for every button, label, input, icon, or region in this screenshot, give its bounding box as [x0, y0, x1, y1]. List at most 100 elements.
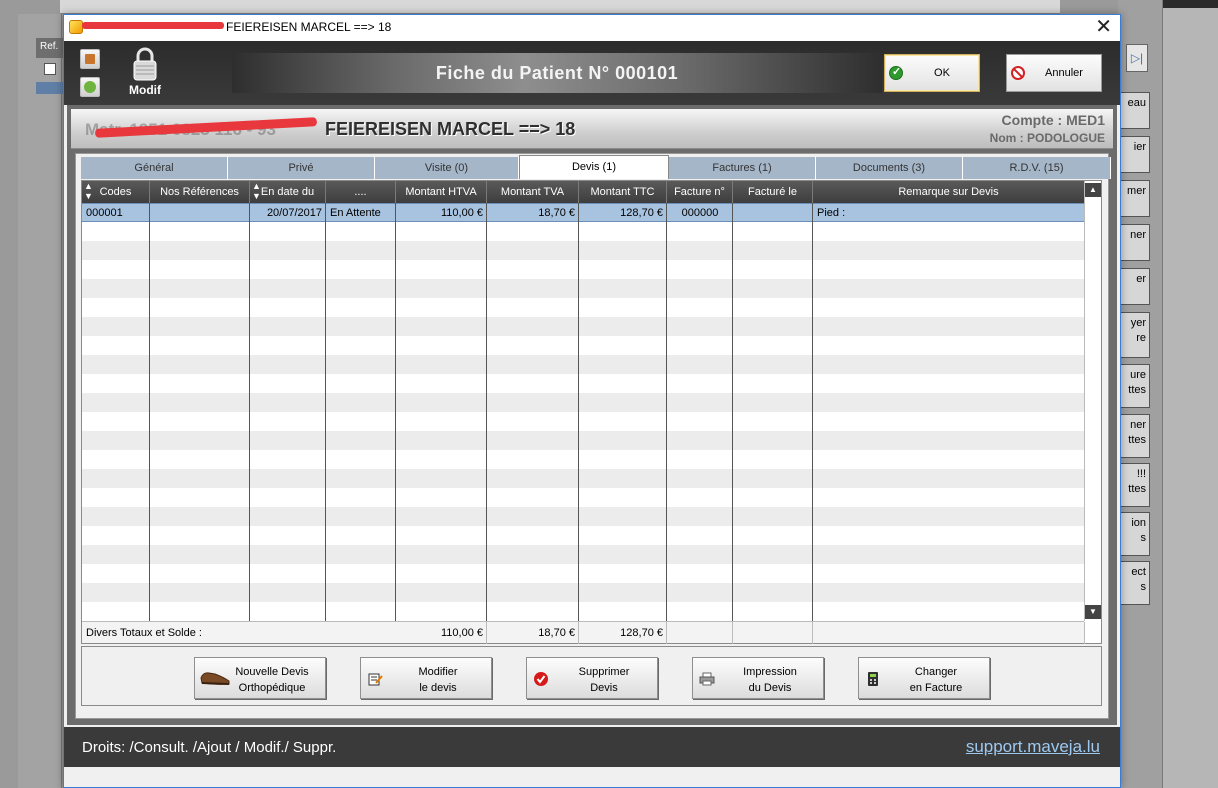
column-header-facture-no[interactable]: Facture n° — [667, 181, 733, 203]
close-icon[interactable]: ✕ — [1095, 16, 1112, 38]
cell-reference — [150, 204, 250, 223]
tab-general[interactable]: Général — [81, 157, 228, 179]
table-row[interactable] — [82, 260, 1084, 279]
column-divider — [149, 203, 150, 621]
column-header-remarque[interactable]: Remarque sur Devis — [813, 181, 1084, 203]
table-header: ▲ ▼ Codes Nos Références ▲ ▼ En date du ....… — [82, 181, 1084, 203]
support-link[interactable]: support.maveja.lu — [966, 737, 1100, 757]
table-row[interactable] — [82, 222, 1084, 241]
background-side-button[interactable]: !!! ttes — [1118, 463, 1150, 507]
column-header-date[interactable]: ▲ ▼ En date du — [250, 181, 326, 203]
side-button-label: mer — [1127, 185, 1146, 197]
column-divider — [249, 203, 250, 621]
tab-visite[interactable]: Visite (0) — [375, 157, 519, 179]
table-row[interactable] — [82, 469, 1084, 488]
column-header-references[interactable]: Nos Références — [150, 181, 250, 203]
cell-tva: 18,70 € — [538, 207, 575, 219]
ok-button[interactable]: OK — [884, 54, 980, 92]
table-row[interactable] — [82, 545, 1084, 564]
background-ref-column-header[interactable]: Ref. — [36, 38, 66, 58]
printer-icon — [699, 672, 715, 686]
table-scrollbar[interactable]: ▲ ▼ — [1084, 181, 1101, 621]
button-label-line: Devis — [590, 682, 618, 694]
background-side-button[interactable]: mer — [1118, 180, 1150, 217]
column-header-status[interactable]: .... — [326, 181, 396, 203]
lock-icon[interactable] — [132, 47, 158, 81]
table-row[interactable] — [82, 526, 1084, 545]
tab-devis[interactable]: Devis (1) — [519, 155, 669, 179]
tab-factures[interactable]: Factures (1) — [669, 157, 816, 179]
background-side-button[interactable]: eau — [1118, 92, 1150, 129]
side-button-label: ttes — [1128, 483, 1146, 495]
table-body: 000001 20/07/2017 En Attente 110,00 € 18… — [82, 203, 1084, 621]
table-row[interactable] — [82, 507, 1084, 526]
side-button-label: re — [1136, 332, 1146, 344]
check-icon — [889, 65, 903, 80]
cancel-button-label: Annuler — [1045, 67, 1083, 79]
cancel-button[interactable]: Annuler — [1006, 54, 1102, 92]
table-row[interactable] — [82, 412, 1084, 431]
tab-prive[interactable]: Privé — [228, 157, 375, 179]
page-title: Fiche du Patient N° 000101 — [232, 53, 882, 93]
table-row[interactable] — [82, 393, 1084, 412]
column-divider — [732, 622, 733, 644]
side-button-label: ect — [1131, 566, 1146, 578]
background-side-button[interactable]: ner — [1118, 224, 1150, 261]
convert-to-invoice-button[interactable]: Changer en Facture — [858, 657, 990, 699]
print-devis-button[interactable]: Impression du Devis — [692, 657, 824, 699]
modify-devis-button[interactable]: Modifier le devis — [360, 657, 492, 699]
table-row[interactable] — [82, 564, 1084, 583]
background-side-button[interactable]: ure ttes — [1118, 364, 1150, 408]
column-header-label: Codes — [99, 186, 132, 198]
convert-to-invoice-button-label: Changer en Facture — [889, 664, 983, 696]
table-row[interactable] — [82, 355, 1084, 374]
background-side-button[interactable]: ion s — [1118, 512, 1150, 556]
last-page-icon[interactable]: ▷| — [1126, 44, 1148, 72]
background-selected-row[interactable] — [36, 82, 66, 94]
column-header-facture-le[interactable]: Facturé le — [733, 181, 813, 203]
patient-name: FEIEREISEN MARCEL ==> 18 — [325, 119, 576, 139]
column-header-montant-tva[interactable]: Montant TVA — [487, 181, 579, 203]
window-titlebar[interactable]: FEIEREISEN MARCEL ==> 18 ✕ — [64, 15, 1120, 41]
background-side-button[interactable]: ier — [1118, 136, 1150, 173]
background-side-button[interactable]: ner ttes — [1118, 414, 1150, 458]
new-devis-button[interactable]: Nouvelle Devis Orthopédique — [194, 657, 326, 699]
column-header-montant-htva[interactable]: Montant HTVA — [396, 181, 487, 203]
tab-documents[interactable]: Documents (3) — [816, 157, 963, 179]
cell-facture-le — [733, 204, 813, 223]
delete-devis-button[interactable]: Supprimer Devis — [526, 657, 658, 699]
table-row[interactable] — [82, 374, 1084, 393]
table-row[interactable] — [82, 317, 1084, 336]
background-side-button[interactable]: yer re — [1118, 312, 1150, 358]
scroll-down-icon[interactable]: ▼ — [1085, 605, 1101, 619]
table-row[interactable] — [82, 602, 1084, 621]
table-row[interactable] — [82, 279, 1084, 298]
background-side-button[interactable]: er — [1118, 268, 1150, 305]
total-tva: 18,70 € — [538, 627, 575, 639]
side-button-label: ner — [1130, 229, 1146, 241]
table-row[interactable] — [82, 241, 1084, 260]
modif-label: Modif — [129, 83, 161, 97]
table-row[interactable] — [82, 583, 1084, 602]
column-header-montant-ttc[interactable]: Montant TTC — [579, 181, 667, 203]
tab-rdv[interactable]: R.D.V. (15) — [963, 157, 1111, 179]
side-button-label: s — [1140, 581, 1147, 593]
refresh-icon[interactable] — [80, 77, 100, 97]
table-row[interactable] — [82, 298, 1084, 317]
background-checkbox[interactable] — [44, 63, 56, 75]
side-button-label: ure — [1130, 369, 1146, 381]
scroll-up-icon[interactable]: ▲ — [1085, 183, 1101, 197]
document-icon[interactable] — [80, 49, 100, 69]
table-row[interactable] — [82, 336, 1084, 355]
table-row[interactable]: 000001 20/07/2017 En Attente 110,00 € 18… — [82, 203, 1084, 222]
column-divider — [578, 203, 579, 621]
table-row[interactable] — [82, 450, 1084, 469]
table-row[interactable] — [82, 431, 1084, 450]
total-ttc: 128,70 € — [620, 627, 663, 639]
column-header-codes[interactable]: ▲ ▼ Codes — [82, 181, 150, 203]
background-side-button[interactable]: ect s — [1118, 561, 1150, 605]
cell-facture-no: 000000 — [681, 207, 719, 219]
table-row[interactable] — [82, 488, 1084, 507]
background-header-strip — [60, 0, 1060, 14]
devis-table: ▲ ▼ Codes Nos Références ▲ ▼ En date du ....… — [81, 180, 1102, 644]
